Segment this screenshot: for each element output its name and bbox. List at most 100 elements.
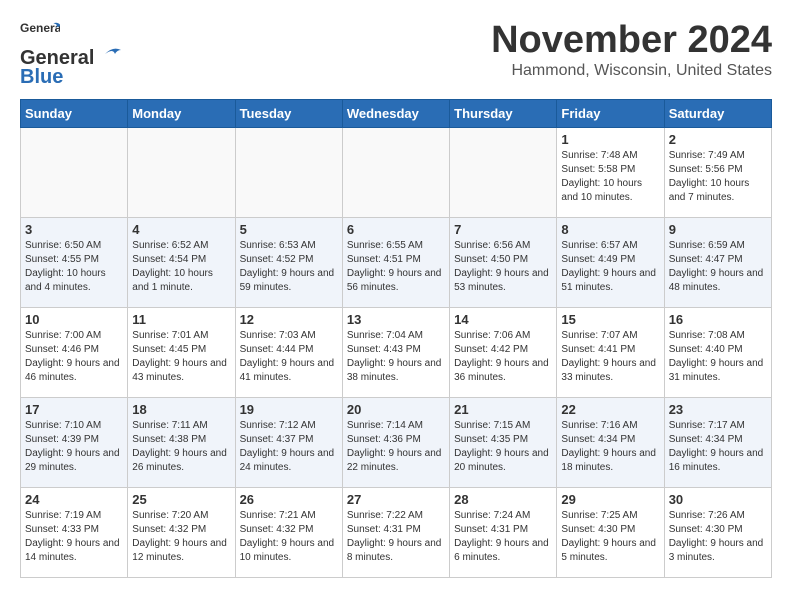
day-number: 1 <box>561 132 659 147</box>
calendar-cell: 8Sunrise: 6:57 AM Sunset: 4:49 PM Daylig… <box>557 218 664 308</box>
day-number: 23 <box>669 402 767 417</box>
calendar-cell: 23 Sunrise: 7:17 AM Sunset: 4:34 PM Dayli… <box>664 398 771 488</box>
calendar-cell: 11 Sunrise: 7:01 AM Sunset: 4:45 PM Dayli… <box>128 308 235 398</box>
day-number: 25 <box>132 492 230 507</box>
header-day-monday: Monday <box>128 100 235 128</box>
svg-text:General: General <box>20 21 60 35</box>
day-number: 7 <box>454 222 552 237</box>
day-number: 12 <box>240 312 338 327</box>
calendar-cell: 16Sunrise: 7:08 AM Sunset: 4:40 PM Dayli… <box>664 308 771 398</box>
header-day-friday: Friday <box>557 100 664 128</box>
logo: General General Blue <box>20 20 125 89</box>
day-number: 26 <box>240 492 338 507</box>
calendar-cell: 2 Sunrise: 7:49 AM Sunset: 5:56 PM Daylig… <box>664 128 771 218</box>
day-number: 15 <box>561 312 659 327</box>
month-title: November 2024 <box>491 20 772 62</box>
day-number: 14 <box>454 312 552 327</box>
week-row-1: 1 Sunrise: 7:48 AM Sunset: 5:58 PM Daylig… <box>21 128 772 218</box>
cell-info: Sunrise: 7:11 AM Sunset: 4:38 PM Dayligh… <box>132 419 230 475</box>
cell-info: Sunrise: 7:04 AM Sunset: 4:43 PM Dayligh… <box>347 329 445 385</box>
calendar-cell: 30 Sunrise: 7:26 AM Sunset: 4:30 PM Dayli… <box>664 488 771 578</box>
calendar-cell: 5Sunrise: 6:53 AM Sunset: 4:52 PM Daylig… <box>235 218 342 308</box>
cell-info: Sunrise: 7:26 AM Sunset: 4:30 PM Dayligh… <box>669 509 767 565</box>
cell-info: Sunrise: 7:15 AM Sunset: 4:35 PM Dayligh… <box>454 419 552 475</box>
cell-info: Sunrise: 7:14 AM Sunset: 4:36 PM Dayligh… <box>347 419 445 475</box>
cell-info: Sunrise: 7:19 AM Sunset: 4:33 PM Dayligh… <box>25 509 123 565</box>
day-number: 13 <box>347 312 445 327</box>
day-number: 3 <box>25 222 123 237</box>
title-section: November 2024 Hammond, Wisconsin, United… <box>491 20 772 80</box>
calendar-cell: 1 Sunrise: 7:48 AM Sunset: 5:58 PM Daylig… <box>557 128 664 218</box>
day-number: 18 <box>132 402 230 417</box>
day-number: 8 <box>561 222 659 237</box>
day-number: 16 <box>669 312 767 327</box>
logo-blue: Blue <box>20 66 63 89</box>
calendar-cell: 29Sunrise: 7:25 AM Sunset: 4:30 PM Dayli… <box>557 488 664 578</box>
day-number: 6 <box>347 222 445 237</box>
day-number: 11 <box>132 312 230 327</box>
calendar-cell: 25 Sunrise: 7:20 AM Sunset: 4:32 PM Dayli… <box>128 488 235 578</box>
calendar-cell: 20 Sunrise: 7:14 AM Sunset: 4:36 PM Dayli… <box>342 398 449 488</box>
calendar-cell: 21 Sunrise: 7:15 AM Sunset: 4:35 PM Dayli… <box>450 398 557 488</box>
calendar-cell: 6 Sunrise: 6:55 AM Sunset: 4:51 PM Daylig… <box>342 218 449 308</box>
cell-info: Sunrise: 7:48 AM Sunset: 5:58 PM Dayligh… <box>561 149 659 205</box>
week-row-5: 24Sunrise: 7:19 AM Sunset: 4:33 PM Dayli… <box>21 488 772 578</box>
week-row-3: 10 Sunrise: 7:00 AM Sunset: 4:46 PM Dayli… <box>21 308 772 398</box>
day-number: 30 <box>669 492 767 507</box>
cell-info: Sunrise: 7:17 AM Sunset: 4:34 PM Dayligh… <box>669 419 767 475</box>
calendar-cell: 22Sunrise: 7:16 AM Sunset: 4:34 PM Dayli… <box>557 398 664 488</box>
cell-info: Sunrise: 6:56 AM Sunset: 4:50 PM Dayligh… <box>454 239 552 295</box>
cell-info: Sunrise: 6:55 AM Sunset: 4:51 PM Dayligh… <box>347 239 445 295</box>
calendar-cell: 3 Sunrise: 6:50 AM Sunset: 4:55 PM Daylig… <box>21 218 128 308</box>
day-number: 21 <box>454 402 552 417</box>
cell-info: Sunrise: 6:50 AM Sunset: 4:55 PM Dayligh… <box>25 239 123 295</box>
day-number: 28 <box>454 492 552 507</box>
header-day-saturday: Saturday <box>664 100 771 128</box>
day-number: 29 <box>561 492 659 507</box>
calendar-cell <box>235 128 342 218</box>
cell-info: Sunrise: 7:01 AM Sunset: 4:45 PM Dayligh… <box>132 329 230 385</box>
logo-bird-icon <box>95 42 125 64</box>
cell-info: Sunrise: 7:49 AM Sunset: 5:56 PM Dayligh… <box>669 149 767 205</box>
cell-info: Sunrise: 7:12 AM Sunset: 4:37 PM Dayligh… <box>240 419 338 475</box>
calendar-cell: 10 Sunrise: 7:00 AM Sunset: 4:46 PM Dayli… <box>21 308 128 398</box>
day-number: 2 <box>669 132 767 147</box>
calendar-cell: 9Sunrise: 6:59 AM Sunset: 4:47 PM Daylig… <box>664 218 771 308</box>
calendar-cell: 4 Sunrise: 6:52 AM Sunset: 4:54 PM Daylig… <box>128 218 235 308</box>
cell-info: Sunrise: 7:24 AM Sunset: 4:31 PM Dayligh… <box>454 509 552 565</box>
header-row: SundayMondayTuesdayWednesdayThursdayFrid… <box>21 100 772 128</box>
calendar-cell: 14 Sunrise: 7:06 AM Sunset: 4:42 PM Dayli… <box>450 308 557 398</box>
cell-info: Sunrise: 7:03 AM Sunset: 4:44 PM Dayligh… <box>240 329 338 385</box>
calendar-cell: 15Sunrise: 7:07 AM Sunset: 4:41 PM Dayli… <box>557 308 664 398</box>
calendar-cell: 26 Sunrise: 7:21 AM Sunset: 4:32 PM Dayli… <box>235 488 342 578</box>
header-day-sunday: Sunday <box>21 100 128 128</box>
day-number: 19 <box>240 402 338 417</box>
cell-info: Sunrise: 7:10 AM Sunset: 4:39 PM Dayligh… <box>25 419 123 475</box>
cell-info: Sunrise: 7:00 AM Sunset: 4:46 PM Dayligh… <box>25 329 123 385</box>
header-day-wednesday: Wednesday <box>342 100 449 128</box>
calendar-cell <box>128 128 235 218</box>
cell-info: Sunrise: 7:06 AM Sunset: 4:42 PM Dayligh… <box>454 329 552 385</box>
calendar-table: SundayMondayTuesdayWednesdayThursdayFrid… <box>20 99 772 578</box>
day-number: 10 <box>25 312 123 327</box>
calendar-body: 1 Sunrise: 7:48 AM Sunset: 5:58 PM Daylig… <box>21 128 772 578</box>
calendar-cell: 17Sunrise: 7:10 AM Sunset: 4:39 PM Dayli… <box>21 398 128 488</box>
header: General General Blue November 2024 Hammo… <box>20 20 772 89</box>
calendar-cell: 12 Sunrise: 7:03 AM Sunset: 4:44 PM Dayli… <box>235 308 342 398</box>
cell-info: Sunrise: 6:53 AM Sunset: 4:52 PM Dayligh… <box>240 239 338 295</box>
day-number: 20 <box>347 402 445 417</box>
calendar-header: SundayMondayTuesdayWednesdayThursdayFrid… <box>21 100 772 128</box>
cell-info: Sunrise: 7:21 AM Sunset: 4:32 PM Dayligh… <box>240 509 338 565</box>
calendar-cell <box>21 128 128 218</box>
cell-info: Sunrise: 7:20 AM Sunset: 4:32 PM Dayligh… <box>132 509 230 565</box>
cell-info: Sunrise: 7:22 AM Sunset: 4:31 PM Dayligh… <box>347 509 445 565</box>
cell-info: Sunrise: 6:52 AM Sunset: 4:54 PM Dayligh… <box>132 239 230 295</box>
day-number: 4 <box>132 222 230 237</box>
header-day-thursday: Thursday <box>450 100 557 128</box>
calendar-cell: 19 Sunrise: 7:12 AM Sunset: 4:37 PM Dayli… <box>235 398 342 488</box>
week-row-4: 17Sunrise: 7:10 AM Sunset: 4:39 PM Dayli… <box>21 398 772 488</box>
calendar-cell: 18 Sunrise: 7:11 AM Sunset: 4:38 PM Dayli… <box>128 398 235 488</box>
cell-info: Sunrise: 6:59 AM Sunset: 4:47 PM Dayligh… <box>669 239 767 295</box>
calendar-cell: 24Sunrise: 7:19 AM Sunset: 4:33 PM Dayli… <box>21 488 128 578</box>
calendar-cell <box>342 128 449 218</box>
